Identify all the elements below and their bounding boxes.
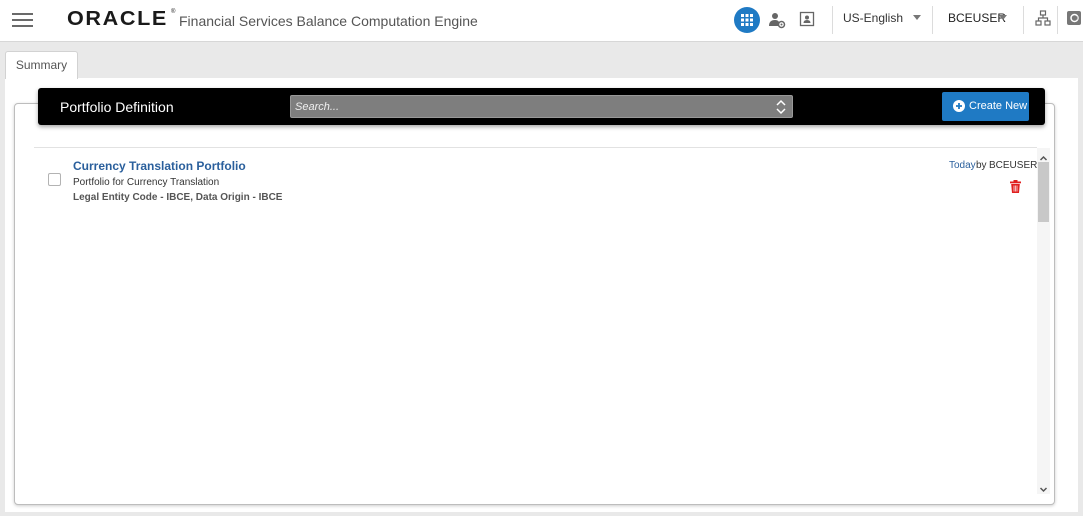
header-divider [1057,6,1058,34]
list-scrollbar[interactable] [1037,148,1050,494]
app-title: Financial Services Balance Computation E… [179,13,478,29]
app-header: ORACLE ® Financial Services Balance Comp… [0,0,1083,42]
item-checkbox[interactable] [48,173,61,186]
trash-icon[interactable] [1010,180,1021,193]
hierarchy-icon[interactable] [1035,10,1051,26]
item-user: BCEUSER [989,160,1038,171]
about-icon[interactable] [1066,10,1082,26]
item-by-label: by [976,160,987,171]
chevron-down-icon[interactable] [913,15,921,20]
scroll-thumb[interactable] [1038,162,1049,222]
sort-icon[interactable] [775,99,787,115]
registered-mark: ® [171,9,176,15]
create-new-button[interactable]: Create New [942,92,1029,121]
card-toolbar: Portfolio Definition Create New [38,88,1045,125]
menu-icon[interactable] [12,12,33,28]
item-description: Portfolio for Currency Translation [73,177,220,188]
item-title-link[interactable]: Currency Translation Portfolio [73,159,246,173]
chevron-down-icon[interactable] [999,15,1007,20]
language-select[interactable]: US-English [843,11,903,25]
oracle-logo: ORACLE [67,8,168,30]
apps-grid-icon[interactable] [734,7,760,33]
header-divider [832,6,833,34]
list-divider [34,147,1037,148]
user-settings-icon[interactable] [768,11,786,29]
search-box [290,95,793,118]
header-divider [932,6,933,34]
create-new-label: Create New [969,100,1028,112]
chevron-down-icon[interactable] [1037,482,1050,493]
item-date: Today [949,160,976,171]
search-input[interactable] [291,96,771,117]
contact-card-icon[interactable] [799,11,815,27]
user-menu[interactable]: BCEUSER [948,11,1006,25]
item-meta: Legal Entity Code - IBCE, Data Origin - … [73,192,283,203]
tab-summary[interactable]: Summary [5,51,78,79]
chevron-up-icon[interactable] [1037,150,1050,161]
header-divider [1023,6,1024,34]
plus-circle-icon [953,100,965,112]
page-title: Portfolio Definition [60,99,174,115]
